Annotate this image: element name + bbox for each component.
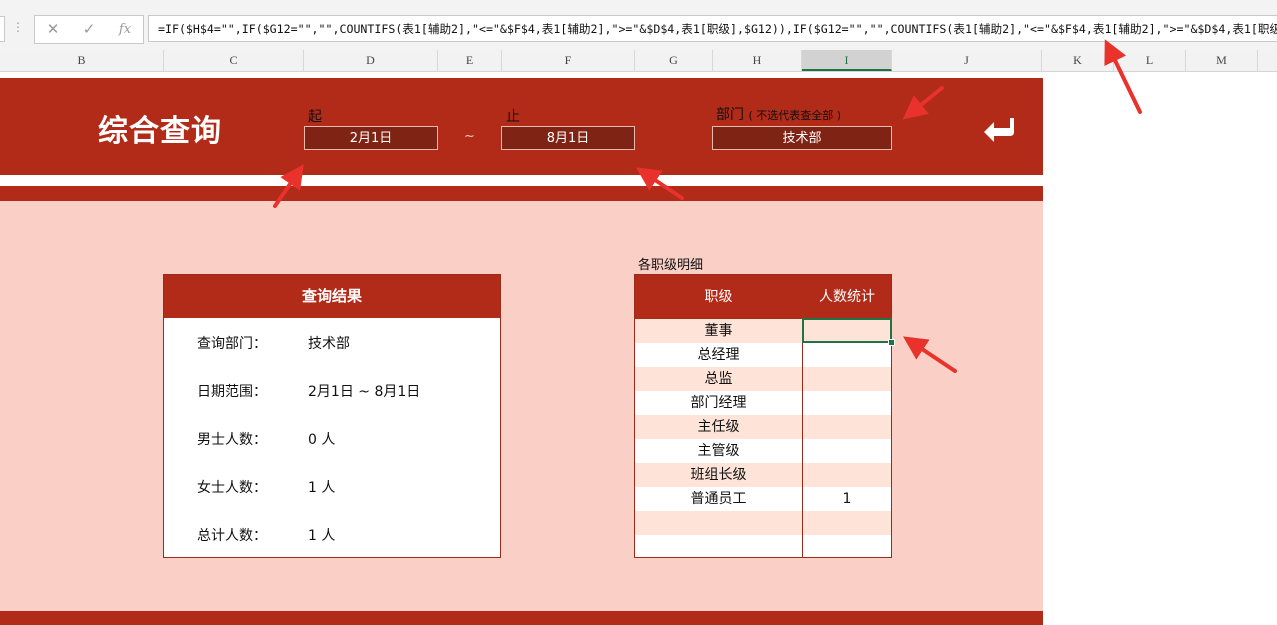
column-header-c[interactable]: C: [164, 50, 304, 71]
bottom-stripe: [0, 611, 1043, 625]
department-label-group: 部门 ( 不选代表查全部 ): [716, 104, 841, 124]
rank-detail-table: 职级 人数统计 董事 总经理 总监 部门经理 主任级 主管级 班组长级 普通员工…: [634, 274, 892, 558]
result-label-male: 男士人数：: [197, 432, 267, 448]
table-row[interactable]: 主管级: [635, 439, 891, 463]
department-select[interactable]: 技术部: [712, 126, 892, 150]
table-row[interactable]: 总经理: [635, 343, 891, 367]
name-box[interactable]: [0, 16, 5, 42]
rank-cell[interactable]: 普通员工: [635, 487, 802, 511]
column-header-e[interactable]: E: [438, 50, 502, 71]
rank-cell[interactable]: 总监: [635, 367, 802, 391]
count-cell[interactable]: [803, 439, 891, 463]
result-value-department: 技术部: [308, 336, 350, 352]
query-result-title: 查询结果: [164, 275, 500, 318]
count-cell[interactable]: [803, 415, 891, 439]
header-rank: 职级: [704, 289, 733, 305]
active-cell-selection[interactable]: [802, 318, 892, 343]
start-date-label: 起: [308, 109, 322, 125]
result-label-department: 查询部门：: [197, 336, 267, 352]
grip-icon[interactable]: ⋮: [12, 20, 24, 34]
rank-cell[interactable]: [635, 511, 802, 535]
count-cell[interactable]: [803, 511, 891, 535]
table-row[interactable]: 普通员工 1: [635, 487, 891, 511]
column-header-i[interactable]: I: [802, 50, 892, 71]
rank-cell[interactable]: 主管级: [635, 439, 802, 463]
query-result-card: 查询结果 查询部门： 技术部 日期范围： 2月1日 ~ 8月1日 男士人数： 0…: [163, 274, 501, 558]
count-cell[interactable]: [803, 343, 891, 367]
rank-cell[interactable]: [635, 535, 802, 559]
count-cell[interactable]: [803, 391, 891, 415]
formula-input[interactable]: =IF($H$4="",IF($G12="","",COUNTIFS(表1[辅助…: [148, 15, 1277, 42]
rank-cell[interactable]: 总经理: [635, 343, 802, 367]
count-cell[interactable]: 1: [803, 487, 891, 511]
table-row[interactable]: [635, 511, 891, 535]
start-date-field[interactable]: 2月1日: [304, 126, 438, 150]
department-label: 部门: [716, 107, 744, 123]
column-header-b[interactable]: B: [0, 50, 164, 71]
count-cell[interactable]: [803, 535, 891, 559]
column-header-d[interactable]: D: [304, 50, 438, 71]
formula-buttons: ✕ ✓ fx: [34, 15, 144, 44]
enter-icon[interactable]: ✓: [71, 16, 107, 43]
cancel-icon[interactable]: ✕: [35, 16, 71, 43]
column-header-k[interactable]: K: [1042, 50, 1114, 71]
table-row[interactable]: 总监: [635, 367, 891, 391]
result-label-date-range: 日期范围：: [197, 384, 267, 400]
column-headers: B C D E F G H I J K L M: [0, 50, 1277, 72]
column-header-m[interactable]: M: [1186, 50, 1258, 71]
table-row[interactable]: [635, 535, 891, 557]
column-header-j[interactable]: J: [892, 50, 1042, 71]
count-cell[interactable]: [803, 463, 891, 487]
column-divider: [802, 319, 803, 557]
result-value-male: 0 人: [308, 432, 336, 448]
column-header-f[interactable]: F: [502, 50, 635, 71]
end-date-field[interactable]: 8月1日: [501, 126, 635, 150]
table-row[interactable]: 班组长级: [635, 463, 891, 487]
return-arrow-icon[interactable]: [982, 116, 1016, 148]
result-label-female: 女士人数：: [197, 480, 267, 496]
rank-detail-title: 各职级明细: [638, 258, 704, 273]
end-date-label: 止: [506, 109, 520, 125]
result-label-total: 总计人数：: [197, 528, 267, 544]
rank-cell[interactable]: 主任级: [635, 415, 802, 439]
rank-cell[interactable]: 班组长级: [635, 463, 802, 487]
rank-cell[interactable]: 部门经理: [635, 391, 802, 415]
date-range-separator: ~: [464, 129, 475, 144]
column-header-l[interactable]: L: [1114, 50, 1186, 71]
insert-function-icon[interactable]: fx: [107, 16, 143, 43]
result-value-female: 1 人: [308, 480, 336, 496]
column-header-h[interactable]: H: [713, 50, 802, 71]
banner-stripe: [0, 186, 1043, 201]
table-row[interactable]: 主任级: [635, 415, 891, 439]
department-hint: ( 不选代表查全部 ): [748, 109, 842, 122]
header-headcount: 人数统计: [819, 289, 875, 305]
result-value-total: 1 人: [308, 528, 336, 544]
rank-table-header: 职级 人数统计: [635, 275, 891, 319]
result-value-date-range: 2月1日 ~ 8月1日: [308, 384, 421, 400]
table-row[interactable]: 部门经理: [635, 391, 891, 415]
column-header-g[interactable]: G: [635, 50, 713, 71]
fill-handle[interactable]: [888, 339, 895, 346]
page-title: 综合查询: [98, 114, 222, 149]
rank-cell[interactable]: 董事: [635, 319, 802, 343]
count-cell[interactable]: [803, 367, 891, 391]
